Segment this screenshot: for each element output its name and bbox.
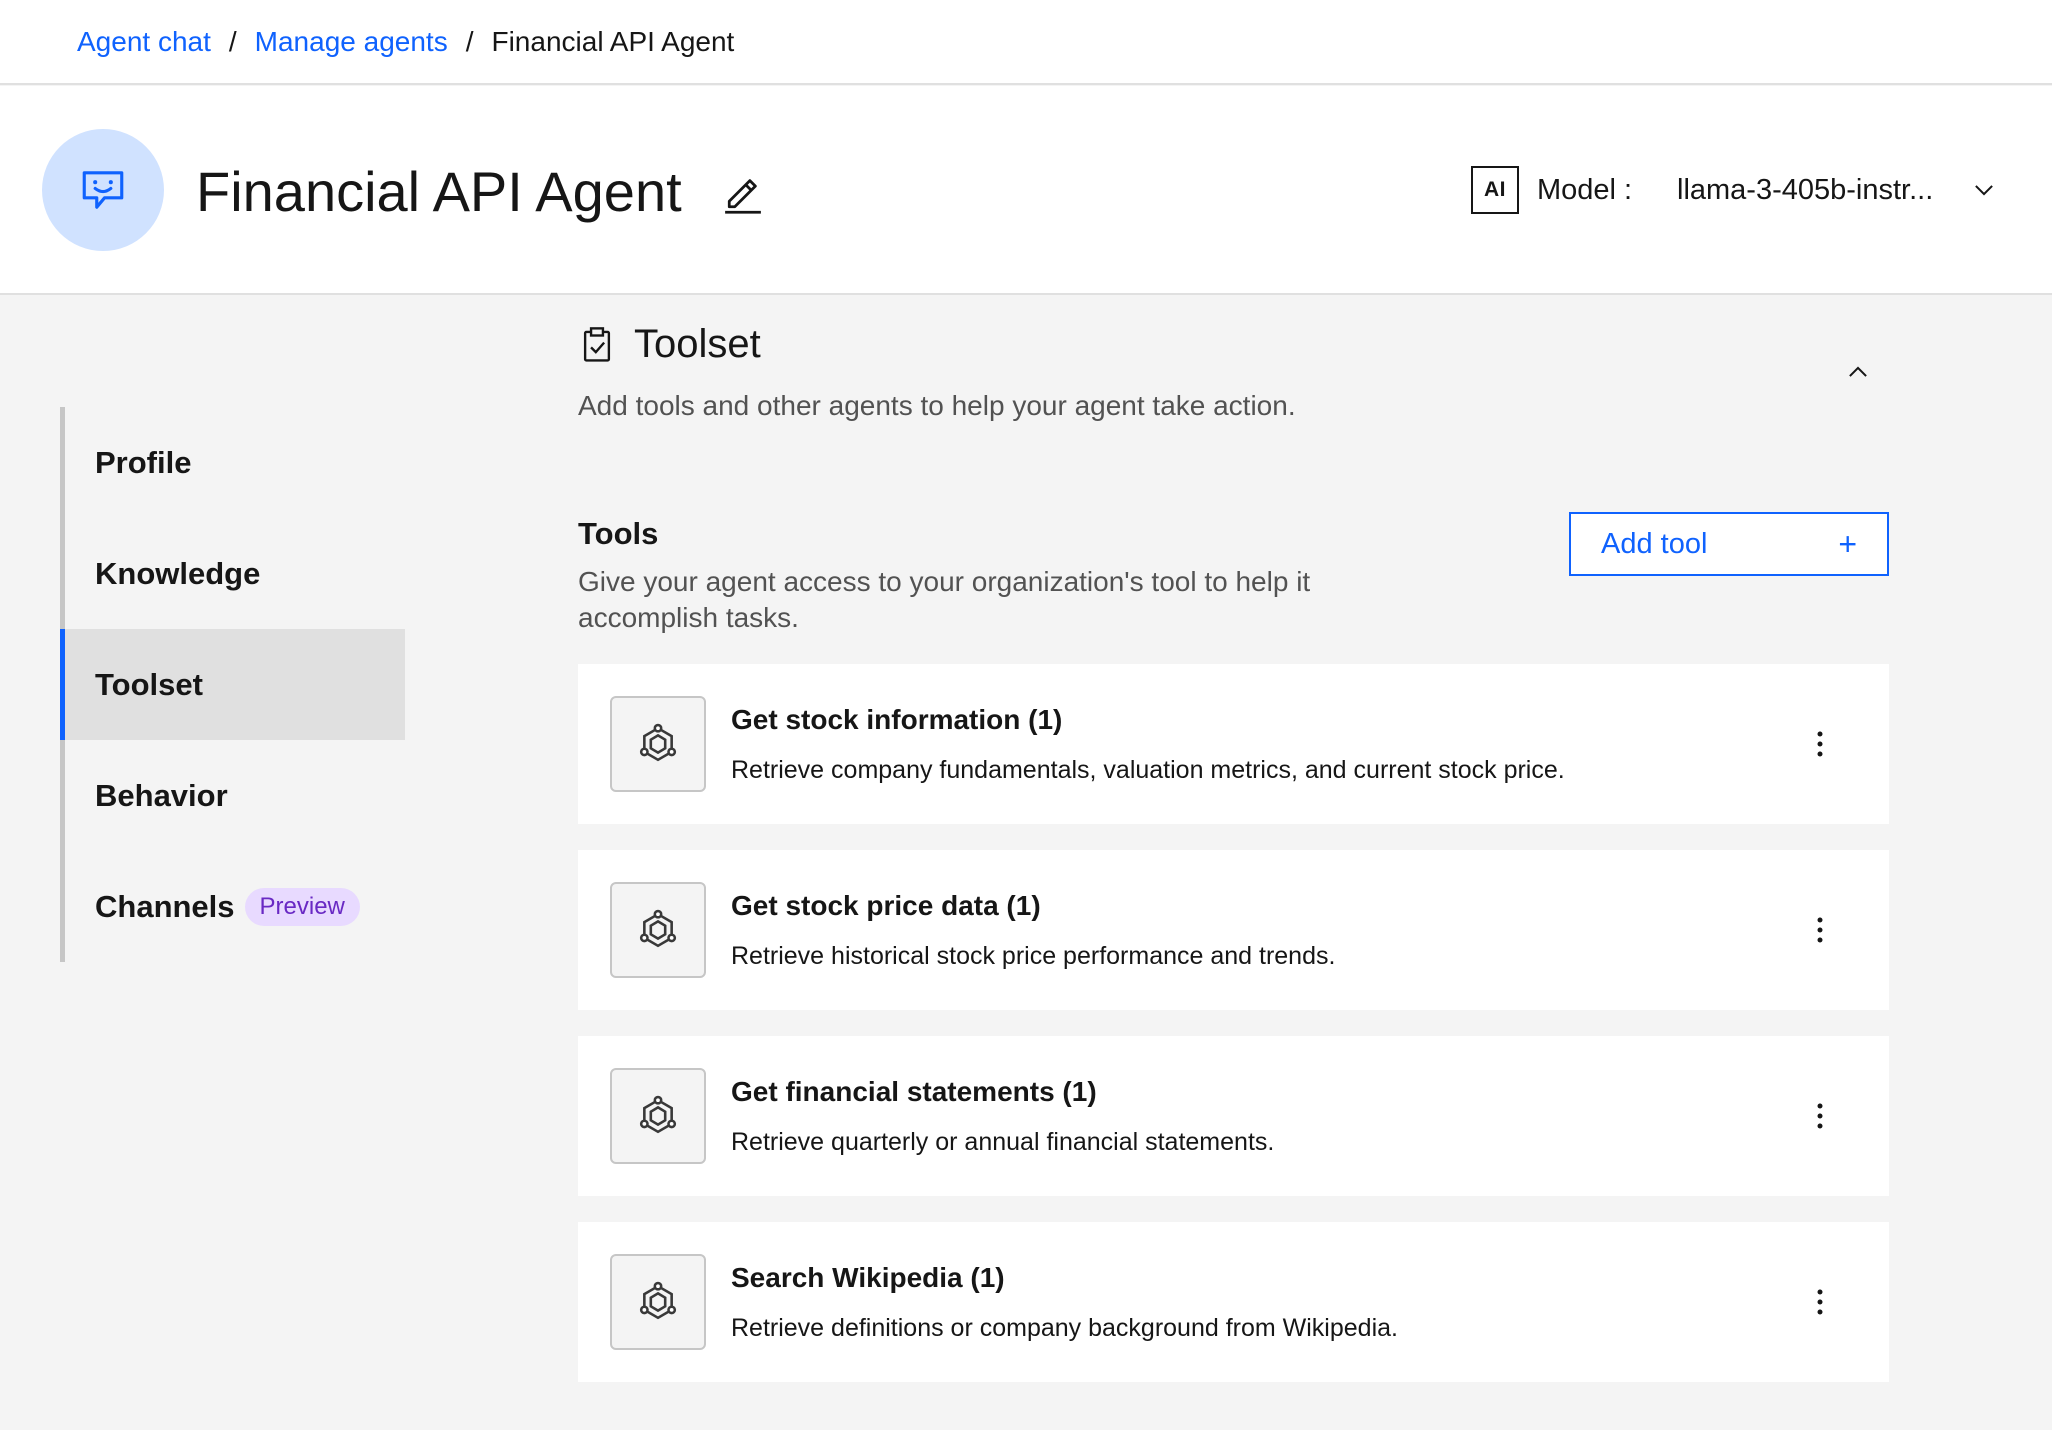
model-label: Model : [1537,173,1633,206]
tool-hexagon-icon [610,1068,706,1164]
tool-hexagon-icon [610,696,706,792]
sidenav-item-knowledge[interactable]: Knowledge [65,518,405,629]
plus-icon: + [1838,525,1857,562]
sidenav-item-label: Toolset [95,666,203,702]
clipboard-check-icon [583,326,611,362]
overflow-menu-icon [1817,1103,1823,1129]
breadcrumb-link-manage-agents[interactable]: Manage agents [255,26,448,58]
breadcrumb-link-agent-chat[interactable]: Agent chat [77,26,211,58]
sidenav-item-profile[interactable]: Profile [65,407,405,518]
breadcrumb-current: Financial API Agent [491,25,735,57]
sidenav-item-behavior[interactable]: Behavior [65,740,405,851]
tool-name: Search Wikipedia (1) [731,1262,1005,1293]
add-tool-label: Add tool [1601,527,1708,560]
model-label-group: AI Model : [1471,165,1632,215]
breadcrumb-separator: / [228,25,237,57]
breadcrumb: Agent chat / Manage agents / Financial A… [0,0,2052,85]
ai-badge-icon: AI [1471,166,1519,214]
sidenav-item-label: Behavior [95,777,228,813]
tool-hexagon-icon [610,882,706,978]
sidenav-item-channels[interactable]: Channels Preview [65,851,405,962]
overflow-menu-icon [1817,917,1823,943]
tools-description: Give your agent access to your organizat… [578,566,1311,633]
model-dropdown[interactable]: llama-3-405b-instr... [1677,165,1997,215]
sidenav-item-label: Knowledge [95,555,261,591]
add-tool-button[interactable]: Add tool + [1569,512,1889,576]
agent-title: Financial API Agent [196,160,682,223]
overflow-menu-icon [1817,1289,1823,1315]
breadcrumb-separator: / [465,25,474,57]
tool-hexagon-icon [610,1254,706,1350]
sidenav-item-label: Profile [95,444,192,480]
tool-card[interactable]: Get stock information (1) Retrieve compa… [578,664,1889,824]
tool-card[interactable]: Get financial statements (1) Retrieve qu… [578,1036,1889,1196]
agent-header: Financial API Agent AI Model : llama-3-4… [0,86,2052,295]
agent-avatar [42,129,164,251]
tool-description: Retrieve historical stock price performa… [731,942,1336,970]
chevron-up-icon [1849,366,1867,377]
tool-name: Get financial statements (1) [731,1076,1097,1107]
preview-tag: Preview [244,887,360,926]
section-title: Toolset [634,322,761,366]
tool-description: Retrieve definitions or company backgrou… [731,1314,1398,1342]
tool-name: Get stock price data (1) [731,890,1041,921]
overflow-menu-icon [1817,731,1823,757]
sidenav-item-toolset[interactable]: Toolset [60,629,405,740]
tool-card[interactable]: Get stock price data (1) Retrieve histor… [578,850,1889,1010]
overflow-menu-button[interactable] [1796,720,1844,768]
overflow-menu-button[interactable] [1796,1278,1844,1326]
tool-description: Retrieve company fundamentals, valuation… [731,756,1565,784]
tool-card[interactable]: Search Wikipedia (1) Retrieve definition… [578,1222,1889,1382]
chevron-down-icon [1975,185,1993,196]
sidenav-item-label: Channels [95,888,235,924]
overflow-menu-button[interactable] [1796,906,1844,954]
section-description: Add tools and other agents to help your … [578,390,1296,421]
side-nav: Profile Knowledge Toolset Behavior Chann… [60,407,405,962]
chat-bot-icon [82,171,124,209]
section-header: Toolset [578,322,761,367]
tools-title: Tools [578,516,659,551]
edit-pencil-icon [725,179,761,214]
edit-title-button[interactable] [720,170,766,216]
tool-description: Retrieve quarterly or annual financial s… [731,1128,1275,1156]
tool-name: Get stock information (1) [731,704,1063,735]
model-value: llama-3-405b-instr... [1677,173,1934,206]
collapse-section-button[interactable] [1840,354,1876,390]
overflow-menu-button[interactable] [1796,1092,1844,1140]
